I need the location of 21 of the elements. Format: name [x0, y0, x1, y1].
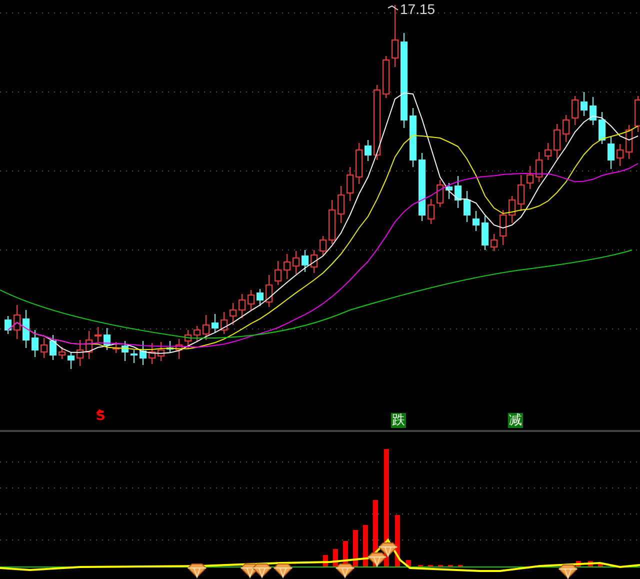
gem-icon [378, 542, 398, 558]
volume-bar [588, 561, 593, 567]
triangle-icon [96, 409, 103, 413]
volume-bar [598, 564, 603, 567]
volume-bar [406, 560, 411, 567]
gem-icon [252, 564, 272, 579]
price-high-label: 17.15 [400, 1, 436, 17]
volume-bar [395, 515, 400, 567]
gem-icon [558, 564, 578, 579]
signal-tag: 跌 [391, 413, 406, 428]
signal-tag: 减 [508, 413, 523, 428]
gem-icon [273, 564, 293, 579]
gem-icon [335, 564, 355, 579]
gem-icon [367, 552, 387, 568]
volume-bar [363, 525, 368, 567]
volume-bar [323, 555, 328, 567]
leader-line [388, 5, 398, 10]
volume-bar [333, 549, 338, 567]
volume-bar [353, 530, 358, 567]
volume-bar [576, 561, 581, 567]
gem-icon [187, 564, 207, 579]
